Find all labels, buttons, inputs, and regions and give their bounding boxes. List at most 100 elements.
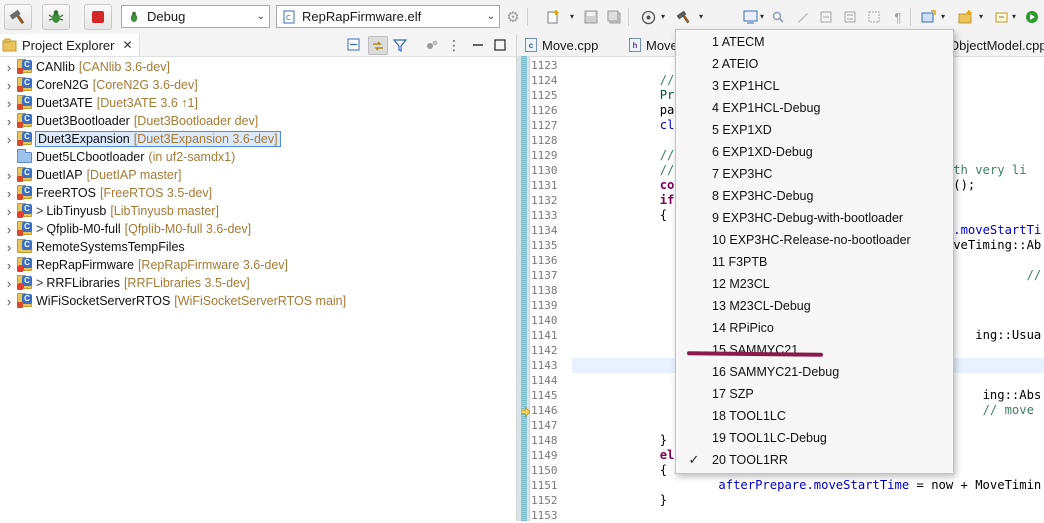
build-config-item[interactable]: 8 EXP3HC-Debug [676,185,953,207]
gear-icon[interactable]: ⚙ [505,9,521,26]
build-config-item[interactable]: 4 EXP1HCL-Debug [676,97,953,119]
chevron-down-icon[interactable]: ▾ [760,12,764,21]
line-number: 1124 [531,74,558,87]
expand-chevron-icon[interactable]: › [3,204,15,219]
chevron-down-icon[interactable]: ▾ [661,12,665,21]
expand-chevron-icon[interactable]: › [3,132,15,147]
line-number: 1126 [531,104,558,117]
minimize-icon[interactable] [470,37,486,53]
block-selection-icon[interactable] [866,9,882,25]
tree-item[interactable]: › C FreeRTOS [FreeRTOS 3.5-dev] [0,184,516,202]
build-config-item[interactable]: 16 SAMMYC21-Debug [676,361,953,383]
chevron-down-icon[interactable]: ▾ [699,12,703,21]
project-name: CoreN2G [36,78,89,92]
line-number: 1137 [531,269,558,282]
build-hammer-button[interactable] [4,4,32,30]
build-config-hammer-icon[interactable] [676,9,692,25]
close-icon[interactable]: ✕ [122,38,132,52]
build-config-item[interactable]: 3 EXP1HCL [676,75,953,97]
build-config-item[interactable]: 9 EXP3HC-Debug-with-bootloader [676,207,953,229]
project-name: Qfplib-M0-full [46,222,121,236]
chevron-down-icon[interactable]: ▾ [979,12,983,21]
expand-chevron-icon[interactable]: › [3,186,15,201]
target-icon[interactable] [640,9,656,25]
chevron-down-icon[interactable]: ▾ [1012,12,1016,21]
expand-chevron-icon[interactable]: › [3,222,15,237]
expand-chevron-icon[interactable]: › [3,168,15,183]
code-token: e.moveStartTim [945,223,1041,237]
tree-item[interactable]: › C RemoteSystemsTempFiles [0,238,516,256]
build-config-item[interactable]: 2 ATEIO [676,53,953,75]
project-folder-icon: C [17,221,33,236]
launch-target-combo[interactable]: C RepRapFirmware.elf ⌄ [276,5,500,28]
build-config-item[interactable]: 11 F3PTB [676,251,953,273]
pilcrow-icon[interactable]: ¶ [890,9,906,25]
tree-item[interactable]: › C DuetIAP [DuetIAP master] [0,166,516,184]
link-with-editor-icon[interactable] [368,36,388,55]
maximize-icon[interactable] [492,37,508,53]
project-explorer-tab[interactable]: Project Explorer ✕ [0,34,140,56]
stop-button[interactable] [84,4,112,30]
expand-chevron-icon[interactable]: › [3,276,15,291]
new-file-icon[interactable] [545,9,561,25]
build-config-item[interactable]: 18 TOOL1LC [676,405,953,427]
build-config-item[interactable]: 14 RPiPico [676,317,953,339]
expand-chevron-icon[interactable]: › [3,114,15,129]
tab-label: Move [646,37,678,53]
chevron-down-icon[interactable]: ▾ [570,12,574,21]
build-config-item[interactable]: 17 SZP [676,383,953,405]
console-icon[interactable] [742,9,758,25]
new-folder-icon[interactable] [957,9,973,25]
build-config-item[interactable]: 19 TOOL1LC-Debug [676,427,953,449]
build-config-item[interactable]: 10 EXP3HC-Release-no-bootloader [676,229,953,251]
build-config-item[interactable]: 1 ATECM [676,31,953,53]
prev-annotation-icon[interactable] [818,9,834,25]
tab-move-cpp[interactable]: c Move.cpp [517,34,634,56]
launch-config-combo[interactable]: Debug ⌄ [121,5,270,28]
tree-item[interactable]: › C CoreN2G [CoreN2G 3.6-dev] [0,76,516,94]
toolbar-separator [628,8,629,26]
expand-chevron-icon[interactable]: › [3,240,15,255]
highlight-icon[interactable] [795,9,811,25]
build-config-item[interactable]: 6 EXP1XD-Debug [676,141,953,163]
tree-item[interactable]: › C WiFiSocketServerRTOS [WiFiSocketServerR… [0,292,516,310]
chevron-down-icon[interactable]: ▾ [941,12,945,21]
tree-item[interactable]: › C Duet3ATE [Duet3ATE 3.6 ↑1] [0,94,516,112]
project-folder-icon: C [17,293,33,308]
tree-item[interactable]: › C Duet3Bootloader [Duet3Bootloader dev] [0,112,516,130]
open-perspective-icon[interactable] [920,9,936,25]
save-icon[interactable] [583,9,599,25]
filter-icon[interactable] [392,37,408,53]
tree-item-label: RepRapFirmware [RepRapFirmware 3.6-dev] [36,258,288,272]
launch-target-value: RepRapFirmware.elf [302,9,422,24]
expand-chevron-icon[interactable]: › [3,60,15,75]
perspective-icon[interactable] [994,9,1010,25]
view-menu-icon[interactable]: ⋮ [446,37,462,53]
tree-item[interactable]: › C Duet3Expansion [Duet3Expansion 3.6-dev] [0,130,516,148]
expand-chevron-icon[interactable]: › [3,294,15,309]
tree-item[interactable]: Duet5LCbootloader (in uf2-samdx1) [0,148,516,166]
tree-item[interactable]: › C > RRFLibraries [RRFLibraries 3.5-dev] [0,274,516,292]
next-annotation-icon[interactable] [842,9,858,25]
expand-chevron-icon[interactable]: › [3,258,15,273]
build-config-item[interactable]: 5 EXP1XD [676,119,953,141]
run-icon[interactable] [1024,9,1040,25]
build-config-item[interactable]: 13 M23CL-Debug [676,295,953,317]
tree-item[interactable]: › C CANlib [CANlib 3.6-dev] [0,58,516,76]
tree-item[interactable]: › C > LibTinyusb [LibTinyusb master] [0,202,516,220]
build-config-item[interactable]: ✓ 20 TOOL1RR [676,449,953,471]
expand-chevron-icon[interactable]: › [3,96,15,111]
expand-chevron-icon[interactable]: › [3,78,15,93]
save-all-icon[interactable] [606,9,622,25]
search-icon[interactable] [770,9,786,25]
tab-objectmodel-cpp[interactable]: ObjectModel.cpp [941,34,1044,56]
build-config-item[interactable]: 12 M23CL [676,273,953,295]
build-config-item[interactable]: 7 EXP3HC [676,163,953,185]
focus-icon[interactable] [424,37,440,53]
tree-item[interactable]: › C RepRapFirmware [RepRapFirmware 3.6-dev] [0,256,516,274]
debug-button[interactable] [42,4,70,30]
toolbar-separator [527,8,528,26]
tree-item[interactable]: › C > Qfplib-M0-full [Qfplib-M0-full 3.6-dev… [0,220,516,238]
collapse-all-icon[interactable] [346,37,362,53]
build-config-item[interactable]: 15 SAMMYC21 [676,339,953,361]
